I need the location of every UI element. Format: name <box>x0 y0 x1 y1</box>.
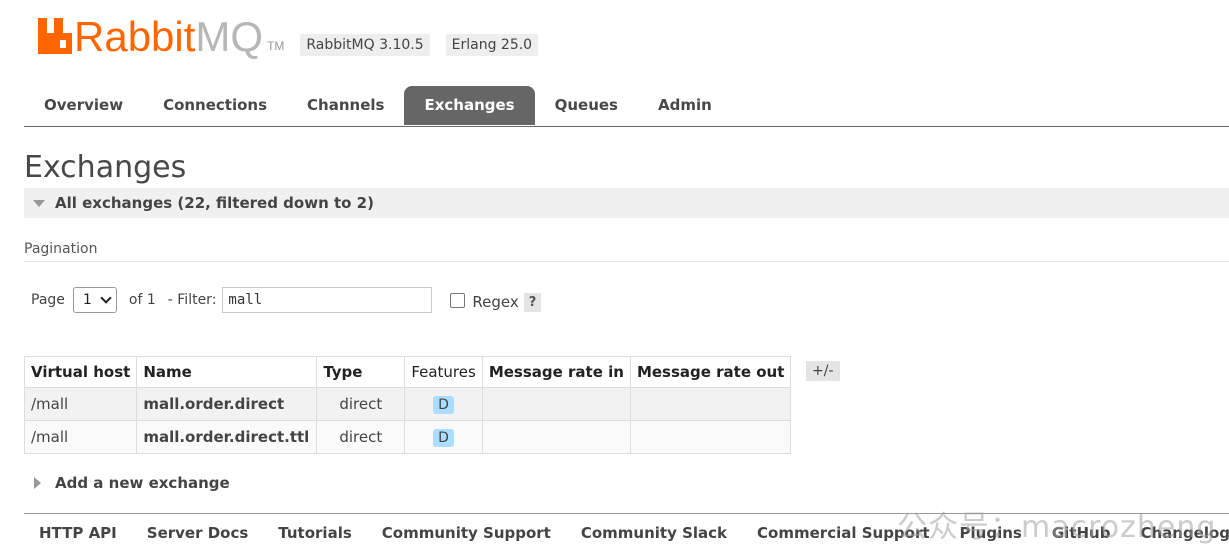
rabbitmq-management-page: Rabbit MQ TM RabbitMQ 3.10.5 Erlang 25.0… <box>0 0 1229 551</box>
cell-vhost: /mall <box>23 387 138 421</box>
tab-queues[interactable]: Queues <box>535 86 638 125</box>
logo-trademark: TM <box>267 39 285 53</box>
cell-rate-in <box>481 387 631 421</box>
logo-text-rabbit: Rabbit <box>74 13 196 60</box>
table-header-row: Virtual host Name Type Features Message … <box>23 356 792 388</box>
cell-exchange-name[interactable]: mall.order.direct.ttl <box>136 420 318 454</box>
footer-link-github[interactable]: GitHub <box>1037 524 1126 542</box>
header: Rabbit MQ TM RabbitMQ 3.10.5 Erlang 25.0 <box>38 14 539 58</box>
tab-exchanges[interactable]: Exchanges <box>404 86 535 125</box>
tab-channels[interactable]: Channels <box>287 86 404 125</box>
cell-rate-out <box>629 420 792 454</box>
chevron-down-icon <box>100 292 112 304</box>
footer-link-commercial-support[interactable]: Commercial Support <box>742 524 945 542</box>
regex-label: Regex <box>472 293 519 311</box>
column-toggle-button[interactable]: +/- <box>806 361 840 381</box>
footer-links: HTTP API Server Docs Tutorials Community… <box>24 524 1229 542</box>
footer-link-community-support[interactable]: Community Support <box>367 524 566 542</box>
cell-exchange-name[interactable]: mall.order.direct <box>136 387 318 421</box>
exchanges-table: Virtual host Name Type Features Message … <box>23 356 792 454</box>
footer-link-server-docs[interactable]: Server Docs <box>132 524 264 542</box>
main-nav: Overview Connections Channels Exchanges … <box>24 86 1229 127</box>
footer-link-tutorials[interactable]: Tutorials <box>263 524 366 542</box>
pagination-controls: Page 1 of 1 - Filter: Regex ? <box>31 286 542 314</box>
page-label: Page <box>31 292 65 308</box>
rabbitmq-version-badge: RabbitMQ 3.10.5 <box>300 34 430 56</box>
pagination-label: Pagination <box>24 241 98 257</box>
page-select-value: 1 <box>82 292 92 308</box>
cell-vhost: /mall <box>23 420 138 454</box>
durable-badge: D <box>433 428 454 447</box>
col-name[interactable]: Name <box>136 356 318 388</box>
durable-badge: D <box>433 395 454 414</box>
section-header-label: All exchanges (22, filtered down to 2) <box>55 194 374 212</box>
table-row[interactable]: /mall mall.order.direct.ttl direct D <box>23 420 792 454</box>
tab-connections[interactable]: Connections <box>143 86 287 125</box>
add-exchange-section-toggle[interactable]: Add a new exchange <box>34 474 230 492</box>
footer-divider <box>24 513 1229 514</box>
col-message-rate-out[interactable]: Message rate out <box>629 356 792 388</box>
cell-features: D <box>404 387 483 421</box>
tab-admin[interactable]: Admin <box>638 86 732 125</box>
table-row[interactable]: /mall mall.order.direct direct D <box>23 387 792 421</box>
footer-link-community-slack[interactable]: Community Slack <box>566 524 742 542</box>
cell-type: direct <box>316 387 406 421</box>
rabbitmq-logo[interactable]: Rabbit MQ TM <box>38 16 284 58</box>
col-features: Features <box>404 356 483 388</box>
all-exchanges-section-toggle[interactable]: All exchanges (22, filtered down to 2) <box>24 188 1229 218</box>
filter-label: - Filter: <box>167 292 217 308</box>
col-type[interactable]: Type <box>316 356 406 388</box>
filter-input[interactable] <box>222 287 433 313</box>
footer-link-plugins[interactable]: Plugins <box>945 524 1037 542</box>
tab-overview[interactable]: Overview <box>24 86 143 125</box>
cell-features: D <box>404 420 483 454</box>
logo-text-mq: MQ <box>195 13 264 60</box>
cell-type: direct <box>316 420 406 454</box>
expand-triangle-icon <box>34 477 41 489</box>
page-title: Exchanges <box>24 150 187 185</box>
pagination-divider <box>24 261 1229 262</box>
cell-rate-in <box>481 420 631 454</box>
page-select[interactable]: 1 <box>72 287 117 313</box>
rabbitmq-logo-icon <box>38 18 72 54</box>
erlang-version-badge: Erlang 25.0 <box>445 34 539 56</box>
regex-checkbox[interactable] <box>450 292 466 308</box>
page-count-label: of 1 <box>128 292 156 308</box>
col-message-rate-in[interactable]: Message rate in <box>481 356 631 388</box>
add-exchange-label: Add a new exchange <box>55 474 230 492</box>
cell-rate-out <box>629 387 792 421</box>
collapse-triangle-icon <box>33 199 45 207</box>
footer-link-changelog[interactable]: Changelog <box>1125 524 1229 542</box>
footer-link-http-api[interactable]: HTTP API <box>24 524 132 542</box>
col-virtual-host[interactable]: Virtual host <box>23 356 138 388</box>
regex-help-button[interactable]: ? <box>523 292 542 312</box>
